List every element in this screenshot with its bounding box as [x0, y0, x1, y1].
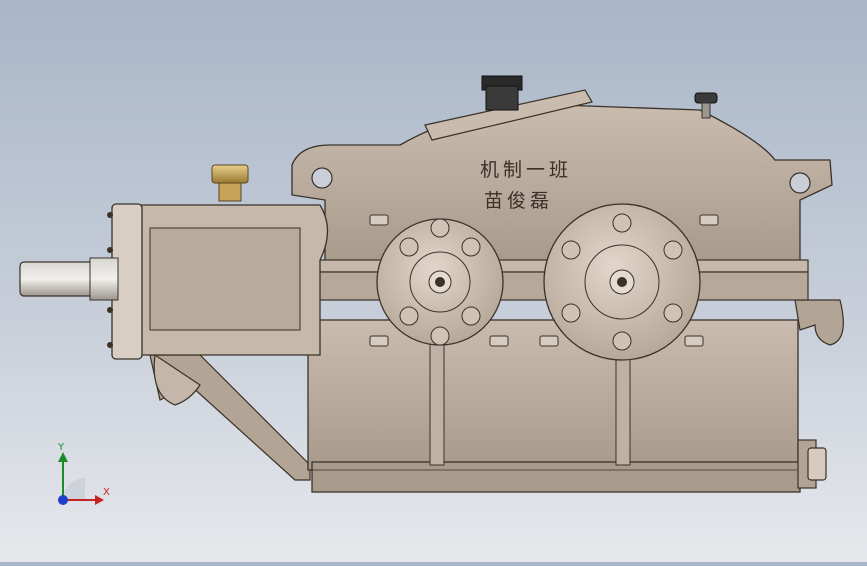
cad-viewport[interactable]: 机制一班 苗俊磊 Y X	[0, 0, 867, 562]
input-shaft	[19, 257, 119, 301]
brass-breather	[211, 164, 249, 202]
breather-plug	[481, 75, 523, 111]
bearing-cap-left	[376, 218, 504, 346]
axis-x-label: X	[103, 487, 110, 498]
input-bearing-housing	[107, 203, 329, 360]
engraved-text-line1: 机制一班	[480, 159, 573, 181]
gearbox-model[interactable]	[0, 0, 867, 562]
axis-y-label: Y	[58, 442, 65, 453]
axis-triad	[58, 452, 104, 505]
bearing-cap-right	[543, 203, 701, 361]
engraved-text-line2: 苗俊磊	[484, 190, 554, 212]
left-support-rib	[149, 353, 311, 481]
